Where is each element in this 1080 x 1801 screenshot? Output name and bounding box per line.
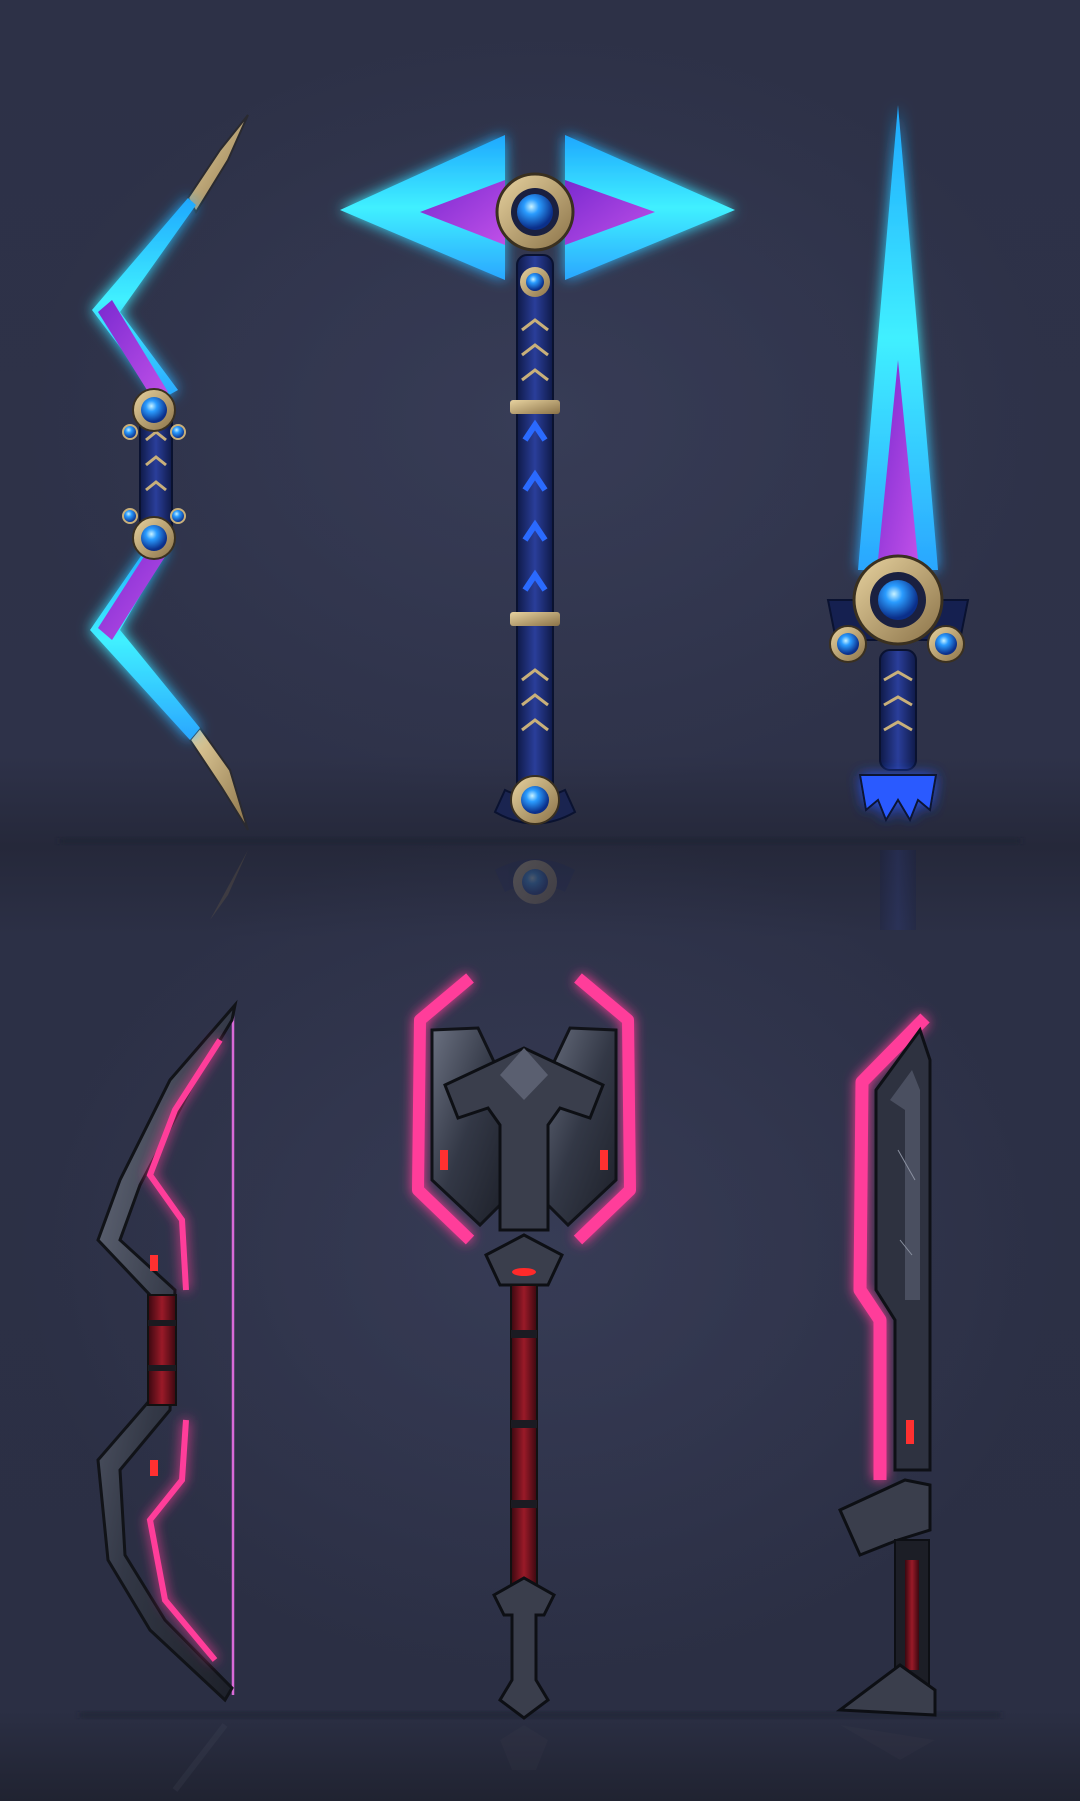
weapon-concept-art xyxy=(0,0,1080,1801)
sword-grip xyxy=(879,649,917,771)
pink-bow-grip xyxy=(147,1294,177,1406)
floor-line-bottom xyxy=(80,1712,1000,1718)
floor-line-top xyxy=(60,838,1020,844)
